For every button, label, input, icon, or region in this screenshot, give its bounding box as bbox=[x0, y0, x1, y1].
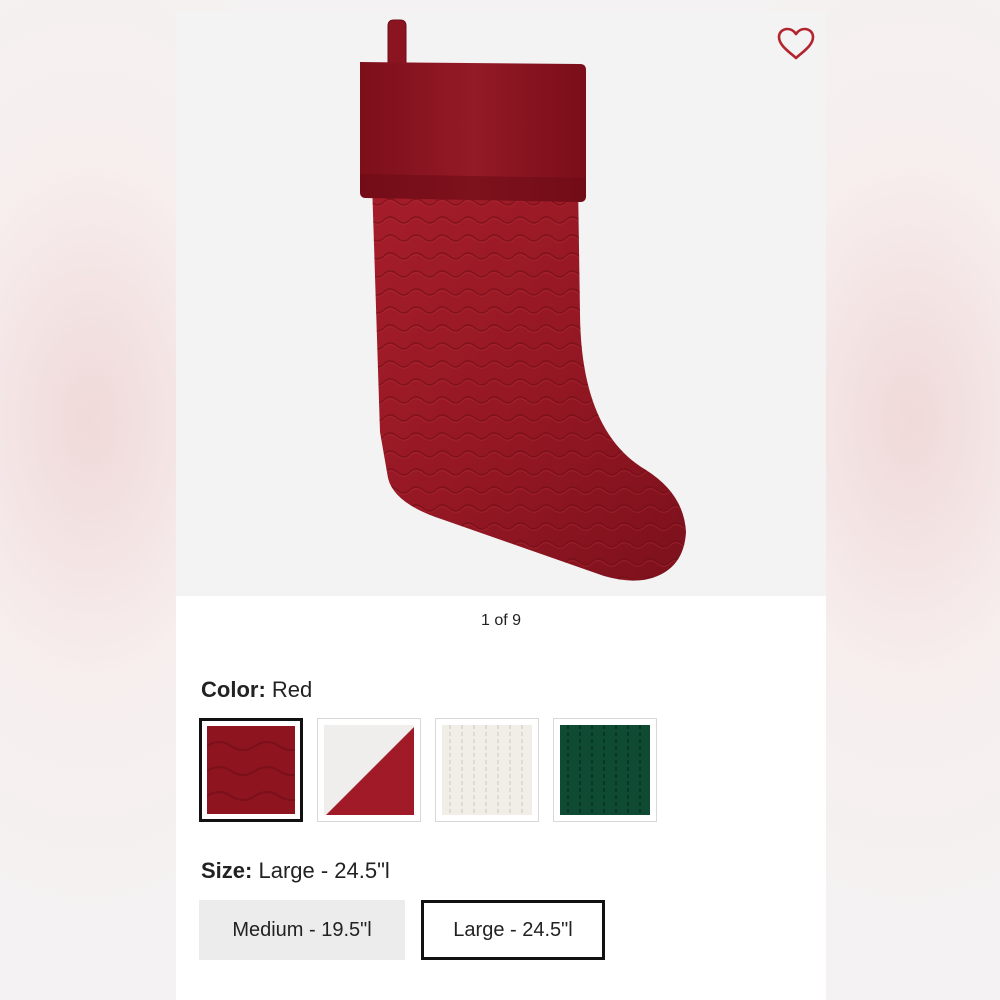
selected-size-value: Large - 24.5"l bbox=[258, 858, 390, 883]
red-swatch-texture bbox=[207, 726, 295, 814]
size-medium-button[interactable]: Medium - 19.5"l bbox=[199, 900, 405, 960]
product-image[interactable] bbox=[176, 12, 826, 596]
white-swatch-texture bbox=[442, 725, 532, 815]
red-white-swatch-texture bbox=[324, 725, 414, 815]
selected-color-value: Red bbox=[271, 677, 313, 702]
stocking-illustration bbox=[360, 19, 686, 581]
swatch-white[interactable] bbox=[435, 718, 539, 822]
color-label: Color: bbox=[201, 677, 266, 702]
color-option-label: Color: Red bbox=[201, 677, 312, 703]
size-label: Size: bbox=[201, 858, 253, 883]
green-swatch-texture bbox=[560, 725, 650, 815]
size-option-label: Size: Large - 24.5"l bbox=[201, 858, 390, 884]
product-card: 1 of 9 Color: Red Size: Large - 24.5"l M… bbox=[176, 12, 826, 1000]
swatch-red-white[interactable] bbox=[317, 718, 421, 822]
heart-outline-icon bbox=[777, 27, 815, 60]
swatch-red[interactable] bbox=[199, 718, 303, 822]
favorite-button[interactable] bbox=[776, 26, 816, 62]
image-counter: 1 of 9 bbox=[480, 612, 522, 629]
size-large-button[interactable]: Large - 24.5"l bbox=[421, 900, 605, 960]
swatch-green[interactable] bbox=[553, 718, 657, 822]
